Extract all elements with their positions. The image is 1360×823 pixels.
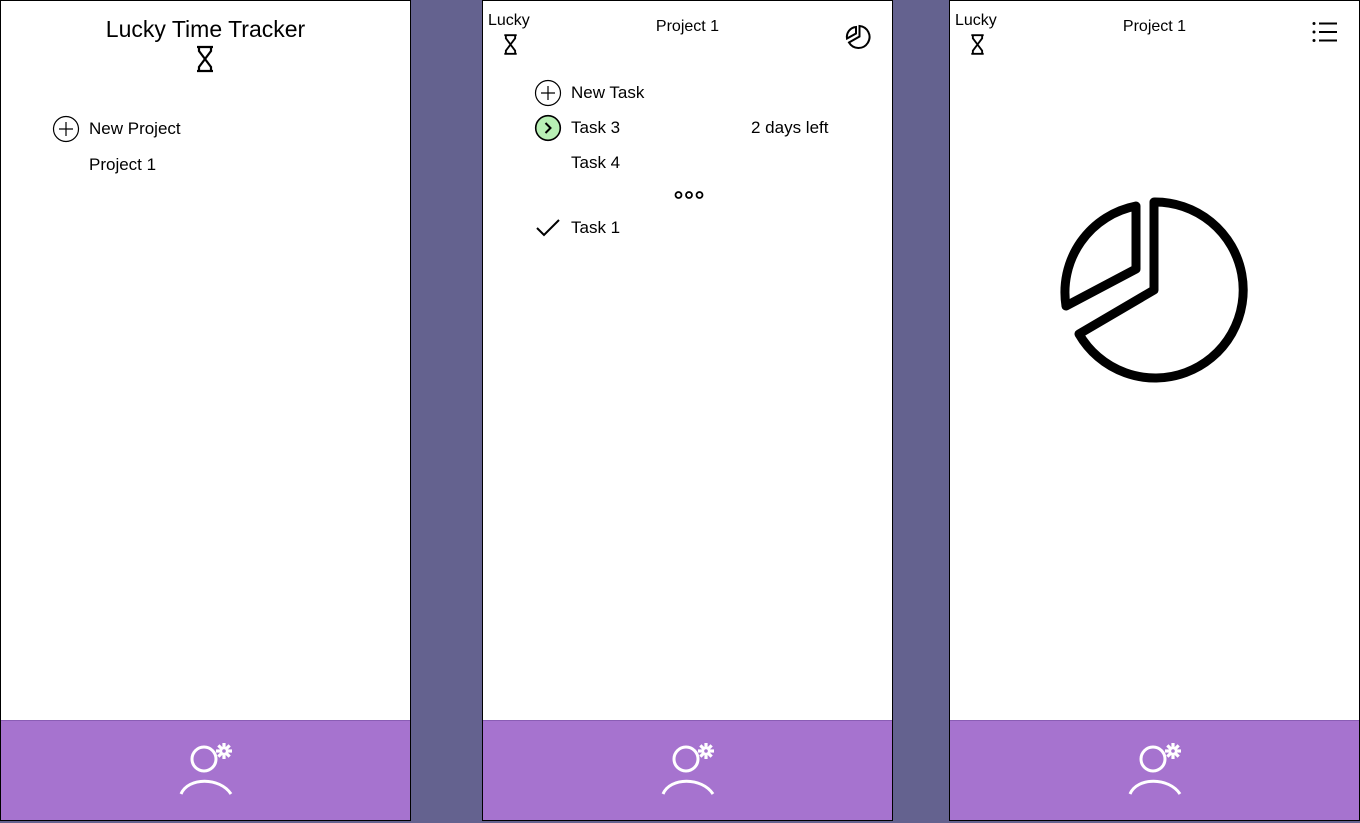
new-project-button[interactable] xyxy=(52,115,80,143)
stats-screen: Lucky Project 1 xyxy=(949,0,1360,821)
footer-bar xyxy=(483,720,892,820)
user-settings-icon[interactable] xyxy=(1127,741,1185,797)
more-dots-icon[interactable] xyxy=(674,190,704,200)
new-task-button[interactable] xyxy=(534,79,562,107)
project-title: Project 1 xyxy=(1122,18,1187,35)
pie-chart-icon[interactable] xyxy=(844,23,872,51)
check-icon[interactable] xyxy=(535,217,561,239)
play-circle-icon[interactable] xyxy=(534,114,562,142)
tasks-screen: Lucky Project 1 New Task Task 3 2 days l… xyxy=(482,0,893,821)
completed-task-name[interactable]: Task 1 xyxy=(571,218,620,238)
new-project-label[interactable]: New Project xyxy=(89,119,181,139)
user-settings-icon[interactable] xyxy=(660,741,718,797)
footer-bar xyxy=(1,720,410,820)
task-status: 2 days left xyxy=(751,118,829,137)
list-icon[interactable] xyxy=(1312,21,1338,43)
hourglass-icon xyxy=(194,45,216,73)
home-screen: Lucky Time Tracker New Project Project 1 xyxy=(0,0,411,821)
footer-bar xyxy=(950,720,1359,820)
task-name[interactable]: Task 3 xyxy=(571,118,620,138)
app-title: Lucky Time Tracker xyxy=(105,16,306,42)
pie-chart-icon xyxy=(1060,196,1250,386)
project-title: Project 1 xyxy=(655,18,720,35)
new-task-label[interactable]: New Task xyxy=(571,83,644,103)
add-circle-icon xyxy=(52,115,80,143)
add-circle-icon xyxy=(534,79,562,107)
user-settings-icon[interactable] xyxy=(178,741,236,797)
task-name[interactable]: Task 4 xyxy=(571,153,620,173)
project-list-item[interactable]: Project 1 xyxy=(89,155,156,175)
